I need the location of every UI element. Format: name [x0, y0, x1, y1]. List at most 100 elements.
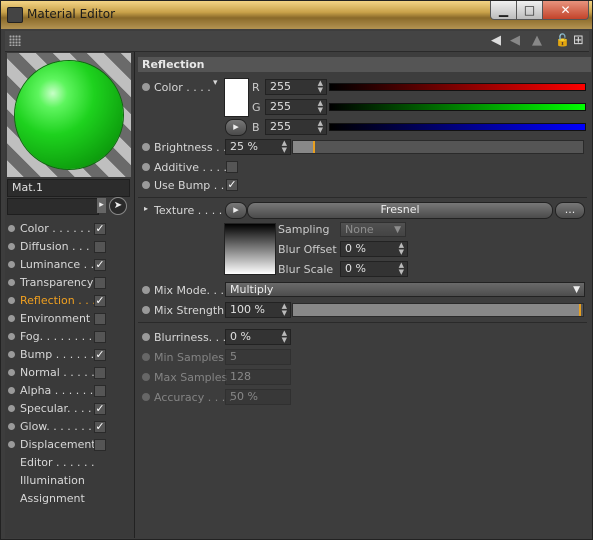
- channel-checkbox[interactable]: [94, 439, 106, 451]
- channel-checkbox[interactable]: [94, 313, 106, 325]
- maximize-button[interactable]: □: [516, 1, 543, 20]
- channel-checkbox[interactable]: [94, 241, 106, 253]
- shader-button[interactable]: Fresnel: [247, 202, 553, 219]
- channel-checkbox[interactable]: ✓: [94, 421, 106, 433]
- channel-dot: [8, 441, 15, 448]
- b-field[interactable]: 255 ▲ ▼: [265, 119, 327, 135]
- blur-offset-spin-icon[interactable]: ▲ ▼: [399, 242, 404, 256]
- mix-mode-dropdown[interactable]: Multiply ▼: [225, 282, 585, 297]
- blur-scale-field[interactable]: 0 % ▲ ▼: [340, 261, 408, 277]
- color-swatch[interactable]: [224, 78, 249, 117]
- mix-strength-field[interactable]: 100 % ▲ ▼: [225, 302, 291, 318]
- brightness-spin-icon[interactable]: ▲ ▼: [282, 140, 287, 154]
- reflection-panel: Reflection Color . . . . ▾ ▸ R 255 ▲ ▼ G 2…: [138, 52, 591, 538]
- channel-item[interactable]: Color . . . . . . ✓: [7, 220, 127, 238]
- color-dropdown-icon[interactable]: ▾: [213, 78, 218, 88]
- channel-checkbox[interactable]: ✓: [94, 223, 106, 235]
- channel-dot: [8, 333, 15, 340]
- extra-item[interactable]: Assignment: [7, 490, 127, 508]
- r-field[interactable]: 255 ▲ ▼: [265, 79, 327, 95]
- channel-checkbox[interactable]: [94, 385, 106, 397]
- keyframe-dot[interactable]: [142, 143, 150, 151]
- channel-item[interactable]: Alpha . . . . . .: [7, 382, 127, 400]
- forward-arrow-icon[interactable]: ◀: [510, 33, 520, 48]
- mix-strength-slider[interactable]: [292, 303, 584, 317]
- sampling-dropdown[interactable]: None ▼: [340, 222, 406, 237]
- channel-item[interactable]: Environment: [7, 310, 127, 328]
- additive-checkbox[interactable]: [226, 161, 238, 173]
- keyframe-dot[interactable]: [142, 163, 150, 171]
- channel-checkbox[interactable]: [94, 331, 106, 343]
- channel-label: Color . . . . . .: [20, 222, 91, 235]
- blurriness-spin-icon[interactable]: ▲ ▼: [282, 330, 287, 344]
- channel-checkbox[interactable]: [94, 367, 106, 379]
- mix-strength-slider-handle[interactable]: [579, 304, 581, 316]
- texture-expand-icon[interactable]: ▸: [144, 204, 148, 213]
- keyframe-dot[interactable]: [142, 306, 150, 314]
- channel-checkbox[interactable]: ✓: [94, 403, 106, 415]
- use-bump-checkbox[interactable]: ✓: [226, 179, 238, 191]
- channel-checkbox[interactable]: [94, 277, 106, 289]
- channel-item[interactable]: Transparency: [7, 274, 127, 292]
- channel-label: Displacement: [20, 438, 96, 451]
- g-spin-icon[interactable]: ▲ ▼: [318, 100, 323, 114]
- channel-item[interactable]: Displacement: [7, 436, 127, 454]
- extra-item[interactable]: Editor . . . . . .: [7, 454, 127, 472]
- r-spin-icon[interactable]: ▲ ▼: [318, 80, 323, 94]
- channel-item[interactable]: Bump . . . . . . ✓: [7, 346, 127, 364]
- extra-item[interactable]: Illumination: [7, 472, 127, 490]
- channel-item[interactable]: Reflection . . . ✓: [7, 292, 127, 310]
- blur-scale-spin-icon[interactable]: ▲ ▼: [399, 262, 404, 276]
- mix-mode-label: Mix Mode. . . .: [154, 284, 231, 297]
- lock-icon[interactable]: 🔓: [555, 33, 570, 47]
- pointer-icon[interactable]: ➤: [109, 197, 127, 215]
- sampling-label: Sampling: [278, 223, 330, 236]
- channel-item[interactable]: Diffusion . . . .: [7, 238, 127, 256]
- channel-item[interactable]: Fog. . . . . . . .: [7, 328, 127, 346]
- blur-offset-field[interactable]: 0 % ▲ ▼: [340, 241, 408, 257]
- mix-strength-spin-icon[interactable]: ▲ ▼: [282, 303, 287, 317]
- channel-dot: [8, 315, 15, 322]
- material-preview[interactable]: [7, 53, 131, 177]
- keyframe-dot[interactable]: [142, 286, 150, 294]
- new-window-icon[interactable]: ⊞: [573, 33, 584, 48]
- channel-item[interactable]: Specular. . . . ✓: [7, 400, 127, 418]
- g-field[interactable]: 255 ▲ ▼: [265, 99, 327, 115]
- back-arrow-icon[interactable]: ◀: [491, 33, 501, 48]
- keyframe-dot[interactable]: [142, 181, 150, 189]
- up-arrow-icon[interactable]: ▲: [532, 33, 542, 48]
- channel-checkbox[interactable]: ✓: [94, 259, 106, 271]
- channel-checkbox[interactable]: ✓: [94, 295, 106, 307]
- color-expand-button[interactable]: ▸: [225, 119, 247, 136]
- minimize-button[interactable]: ▁: [490, 1, 517, 20]
- material-name-field[interactable]: Mat.1: [7, 179, 130, 197]
- extra-item-label: Editor . . . . . .: [20, 456, 95, 469]
- layer-arrow-icon[interactable]: ▸: [97, 198, 106, 213]
- b-value: 255: [270, 120, 291, 133]
- layer-field[interactable]: [7, 198, 99, 215]
- brightness-slider[interactable]: [292, 140, 584, 154]
- keyframe-dot[interactable]: [142, 83, 150, 91]
- b-slider[interactable]: [329, 123, 586, 131]
- min-samples-row: Min Samples: [138, 348, 587, 368]
- blurriness-value: 0 %: [230, 330, 251, 343]
- channel-item[interactable]: Luminance . . . ✓: [7, 256, 127, 274]
- max-samples-field: 128: [225, 369, 291, 385]
- title-bar[interactable]: Material Editor ▁ □ ✕: [1, 1, 592, 29]
- grip-icon[interactable]: [9, 35, 21, 46]
- g-slider[interactable]: [329, 103, 586, 111]
- close-button[interactable]: ✕: [542, 1, 589, 20]
- texture-more-button[interactable]: ...: [555, 202, 585, 219]
- channel-panel: Mat.1 ▸ ➤ Color . . . . . . ✓ Diffusion . …: [5, 52, 135, 538]
- brightness-slider-handle[interactable]: [313, 141, 315, 153]
- keyframe-dot[interactable]: [142, 333, 150, 341]
- r-slider[interactable]: [329, 83, 586, 91]
- mix-strength-slider-fill: [293, 304, 581, 316]
- brightness-field[interactable]: 25 % ▲ ▼: [225, 139, 291, 155]
- channel-checkbox[interactable]: ✓: [94, 349, 106, 361]
- channel-item[interactable]: Normal . . . . .: [7, 364, 127, 382]
- blurriness-field[interactable]: 0 % ▲ ▼: [225, 329, 291, 345]
- channel-item[interactable]: Glow. . . . . . . ✓: [7, 418, 127, 436]
- b-spin-icon[interactable]: ▲ ▼: [318, 120, 323, 134]
- texture-arrow-button[interactable]: ▸: [225, 202, 247, 219]
